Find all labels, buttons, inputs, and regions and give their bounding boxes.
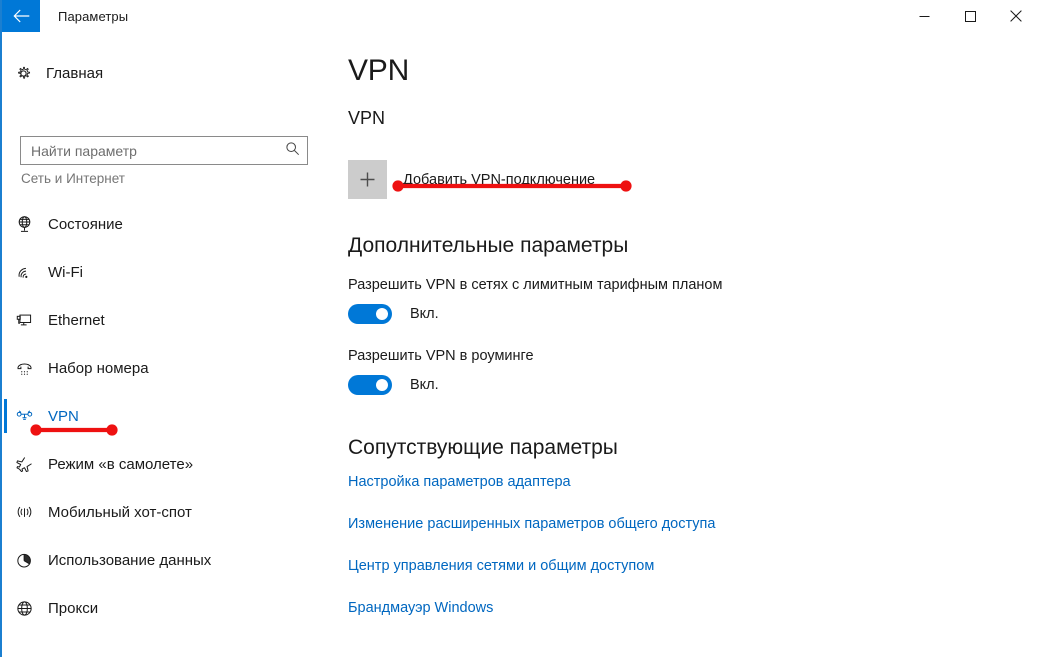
sidebar-item-mobile-hotspot[interactable]: Мобильный хот-спот bbox=[2, 488, 328, 536]
sidebar-item-airplane-mode-label: Режим «в самолете» bbox=[48, 455, 194, 473]
window-controls bbox=[901, 0, 1039, 32]
maximize-button[interactable] bbox=[947, 0, 993, 32]
sidebar-item-status[interactable]: Состояние bbox=[2, 200, 328, 248]
pie-chart-icon bbox=[2, 551, 46, 570]
toggle-knob bbox=[376, 308, 388, 320]
airplane-icon bbox=[2, 455, 46, 474]
sidebar-item-ethernet[interactable]: Ethernet bbox=[2, 296, 328, 344]
vpn-subsection-heading: VPN bbox=[348, 108, 386, 128]
ethernet-monitor-icon bbox=[2, 311, 46, 330]
option-roaming-label: Разрешить VPN в роуминге bbox=[348, 348, 534, 364]
toggle-allow-vpn-metered[interactable] bbox=[348, 304, 392, 324]
add-vpn-connection-button[interactable]: Добавить VPN-подключение bbox=[348, 160, 595, 199]
window-title: Параметры bbox=[58, 8, 129, 24]
sidebar-item-proxy[interactable]: Прокси bbox=[2, 584, 328, 632]
settings-window: Параметры Главная Найти параметр Сеть и … bbox=[0, 0, 1039, 657]
close-icon bbox=[1010, 10, 1022, 22]
option-metered-row: Вкл. bbox=[348, 304, 439, 324]
sidebar-item-wifi[interactable]: Wi-Fi bbox=[2, 248, 328, 296]
main-content: VPN VPN Добавить VPN-подключение Дополни… bbox=[328, 32, 1039, 657]
sidebar-item-airplane-mode[interactable]: Режим «в самолете» bbox=[2, 440, 328, 488]
back-button[interactable] bbox=[2, 0, 40, 32]
related-links-list: Настройка параметров адаптера Изменение … bbox=[348, 474, 968, 642]
toggle-knob bbox=[376, 379, 388, 391]
link-windows-firewall[interactable]: Брандмауэр Windows bbox=[348, 600, 493, 616]
sidebar: Главная Сеть и Интернет bbox=[2, 32, 328, 657]
sidebar-item-proxy-label: Прокси bbox=[48, 599, 99, 617]
minimize-button[interactable] bbox=[901, 0, 947, 32]
sidebar-item-ethernet-label: Ethernet bbox=[48, 311, 105, 329]
toggle-allow-vpn-roaming-state: Вкл. bbox=[410, 377, 439, 393]
sidebar-category-label: Сеть и Интернет bbox=[21, 171, 125, 186]
search-input[interactable] bbox=[20, 136, 308, 165]
search-box bbox=[20, 136, 308, 165]
sidebar-item-mobile-hotspot-label: Мобильный хот-спот bbox=[48, 503, 192, 521]
option-roaming-row: Вкл. bbox=[348, 375, 439, 395]
sidebar-item-home-label: Главная bbox=[46, 64, 104, 82]
link-adapter-settings[interactable]: Настройка параметров адаптера bbox=[348, 474, 571, 490]
minimize-icon bbox=[919, 15, 929, 17]
gear-icon bbox=[2, 65, 44, 82]
sidebar-item-wifi-label: Wi-Fi bbox=[48, 263, 83, 281]
sidebar-item-dialup-label: Набор номера bbox=[48, 359, 149, 377]
related-settings-heading: Сопутствующие параметры bbox=[348, 436, 618, 459]
option-metered-label: Разрешить VPN в сетях с лимитным тарифны… bbox=[348, 277, 723, 293]
sidebar-item-data-usage-label: Использование данных bbox=[48, 551, 212, 569]
sidebar-item-vpn-label: VPN bbox=[48, 407, 79, 425]
sidebar-item-status-label: Состояние bbox=[48, 215, 123, 233]
back-arrow-icon bbox=[12, 9, 29, 23]
sidebar-nav-list: Состояние Wi-Fi Ethernet Набор номера VP… bbox=[2, 200, 328, 632]
close-button[interactable] bbox=[993, 0, 1039, 32]
wifi-icon bbox=[2, 263, 46, 282]
selection-indicator bbox=[4, 399, 7, 433]
link-advanced-sharing-settings[interactable]: Изменение расширенных параметров общего … bbox=[348, 516, 715, 532]
sidebar-item-vpn[interactable]: VPN bbox=[2, 392, 328, 440]
dialup-phone-icon bbox=[2, 359, 46, 378]
add-vpn-connection-label: Добавить VPN-подключение bbox=[403, 171, 596, 188]
hotspot-antenna-icon bbox=[2, 503, 46, 522]
link-network-sharing-center[interactable]: Центр управления сетями и общим доступом bbox=[348, 558, 654, 574]
globe-status-icon bbox=[2, 215, 46, 234]
advanced-options-heading: Дополнительные параметры bbox=[348, 234, 629, 257]
maximize-icon bbox=[964, 10, 976, 22]
vpn-key-icon bbox=[2, 407, 46, 426]
sidebar-item-data-usage[interactable]: Использование данных bbox=[2, 536, 328, 584]
title-bar: Параметры bbox=[2, 0, 1039, 32]
toggle-allow-vpn-roaming[interactable] bbox=[348, 375, 392, 395]
globe-icon bbox=[2, 599, 46, 618]
page-title: VPN bbox=[348, 54, 410, 87]
sidebar-item-home[interactable]: Главная bbox=[2, 55, 328, 91]
toggle-allow-vpn-metered-state: Вкл. bbox=[410, 306, 439, 322]
plus-icon bbox=[348, 160, 387, 199]
sidebar-item-dialup[interactable]: Набор номера bbox=[2, 344, 328, 392]
